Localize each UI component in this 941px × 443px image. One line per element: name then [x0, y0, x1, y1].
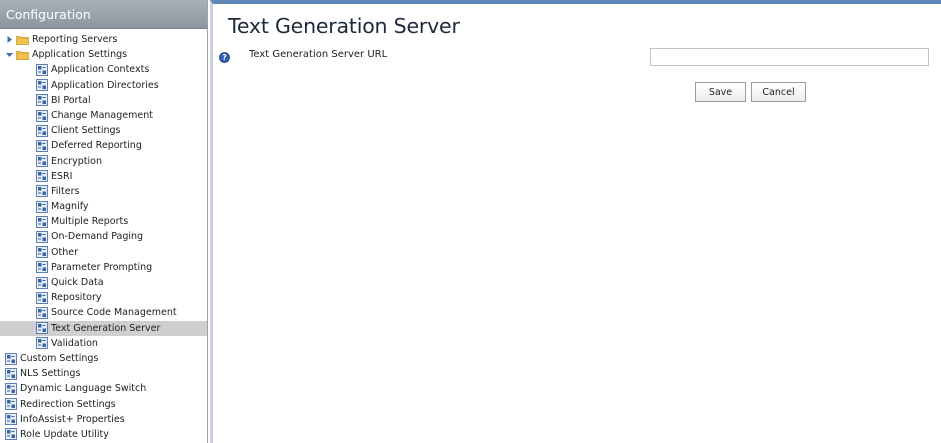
sidebar-item-magnify[interactable]: Magnify [0, 199, 207, 214]
sidebar-item-on-demand-paging[interactable]: On-Demand Paging [0, 229, 207, 244]
sidebar-item-label: Other [51, 246, 78, 258]
sidebar-item-label: Client Settings [51, 125, 121, 137]
config-node-icon [36, 231, 48, 243]
sidebar-item-label: Quick Data [51, 277, 104, 288]
sidebar-item-label: Source Code Management [51, 307, 177, 319]
svg-text:?: ? [222, 53, 226, 62]
sidebar-item-label: NLS Settings [20, 368, 81, 380]
config-node-icon [5, 398, 17, 410]
sidebar-item-label: ESRI [51, 170, 73, 182]
sidebar-item-parameter-prompting[interactable]: Parameter Prompting [0, 260, 207, 275]
sidebar-item-infoassist-properties[interactable]: InfoAssist+ Properties [0, 412, 207, 427]
url-input[interactable] [650, 48, 929, 66]
config-node-icon [36, 322, 48, 335]
sidebar-item-label: Redirection Settings [20, 398, 116, 410]
sidebar-item-application-contexts[interactable]: Application Contexts [0, 62, 207, 77]
sidebar-item-label: Parameter Prompting [51, 261, 153, 273]
config-node-icon [5, 413, 17, 426]
sidebar-item-label: Role Update Utility [20, 428, 109, 440]
sidebar-item-repository[interactable]: Repository [0, 290, 207, 305]
sidebar-item-multiple-reports[interactable]: Multiple Reports [0, 214, 207, 229]
config-node-icon [5, 428, 17, 441]
sidebar-item-validation[interactable]: Validation [0, 336, 207, 351]
config-node-icon [36, 64, 48, 76]
sidebar-item-label: Application Settings [32, 49, 128, 61]
folder-icon [16, 35, 29, 45]
sidebar-item-custom-settings[interactable]: Custom Settings [0, 351, 207, 366]
sidebar-item-label: BI Portal [51, 94, 91, 106]
sidebar-item-bi-portal[interactable]: BI Portal [0, 93, 207, 108]
sidebar-item-source-code-management[interactable]: Source Code Management [0, 305, 207, 320]
sidebar-item-label: Application Directories [51, 79, 159, 91]
sidebar-item-application-directories[interactable]: Application Directories [0, 78, 207, 93]
config-node-icon [36, 109, 48, 122]
help-icon[interactable]: ? [219, 52, 230, 63]
sidebar-item-label: Repository [51, 292, 102, 304]
sidebar-item-quick-data[interactable]: Quick Data [0, 275, 207, 290]
sidebar-item-label: Magnify [51, 201, 89, 213]
sidebar-item-client-settings[interactable]: Client Settings [0, 123, 207, 138]
sidebar-item-reporting-servers[interactable]: Reporting Servers [0, 32, 207, 47]
sidebar-item-change-management[interactable]: Change Management [0, 108, 207, 123]
sidebar-item-label: Custom Settings [20, 352, 99, 364]
sidebar-item-esri[interactable]: ESRI [0, 169, 207, 184]
config-node-icon [36, 185, 48, 198]
config-node-icon [36, 337, 48, 350]
config-node-icon [36, 170, 48, 183]
config-node-icon [36, 79, 48, 92]
sidebar-item-label: Validation [51, 337, 98, 349]
main-panel: Text Generation Server ? Text Generation… [210, 0, 941, 443]
config-node-icon [5, 383, 17, 395]
config-node-icon [36, 124, 48, 137]
sidebar-item-label: Dynamic Language Switch [20, 383, 147, 395]
sidebar-item-label: Reporting Servers [32, 34, 118, 45]
config-node-icon [36, 140, 48, 152]
config-node-icon [36, 261, 48, 274]
sidebar-item-label: On-Demand Paging [51, 231, 144, 243]
triangle-right-icon[interactable] [5, 35, 14, 44]
config-node-icon [36, 291, 48, 304]
triangle-down-icon[interactable] [5, 50, 14, 59]
config-node-icon [5, 367, 17, 380]
cancel-button[interactable]: Cancel [751, 82, 806, 102]
config-node-icon [36, 215, 48, 228]
config-node-icon [36, 246, 48, 259]
sidebar-item-label: InfoAssist+ Properties [20, 413, 125, 425]
sidebar-item-label: Text Generation Server [51, 322, 161, 334]
sidebar-item-label: Encryption [51, 155, 103, 167]
sidebar-item-nls-settings[interactable]: NLS Settings [0, 366, 207, 381]
config-node-icon [36, 276, 48, 289]
sidebar-item-label: Application Contexts [51, 64, 150, 76]
config-node-icon [36, 155, 48, 167]
sidebar-item-encryption[interactable]: Encryption [0, 154, 207, 169]
url-field-label: Text Generation Server URL [249, 49, 388, 60]
sidebar-item-role-update-utility[interactable]: Role Update Utility [0, 427, 207, 442]
sidebar-item-filters[interactable]: Filters [0, 184, 207, 199]
sidebar-item-deferred-reporting[interactable]: Deferred Reporting [0, 138, 207, 153]
sidebar-item-label: Deferred Reporting [51, 140, 142, 152]
config-tree: Reporting Servers Application Settings App… [0, 29, 207, 442]
app-window: Configuration Reporting Servers Applicati… [0, 0, 941, 443]
config-node-icon [5, 352, 17, 365]
sidebar-item-label: Filters [51, 185, 80, 197]
sidebar-item-redirection-settings[interactable]: Redirection Settings [0, 397, 207, 412]
config-node-icon [36, 94, 48, 107]
page-title: Text Generation Server [228, 14, 460, 38]
config-node-icon [36, 307, 48, 319]
sidebar: Configuration Reporting Servers Applicati… [0, 0, 208, 443]
sidebar-header: Configuration [0, 0, 207, 29]
folder-icon [16, 50, 29, 60]
sidebar-item-dynamic-language-switch[interactable]: Dynamic Language Switch [0, 381, 207, 396]
sidebar-item-label: Change Management [51, 109, 153, 121]
sidebar-item-text-generation-server[interactable]: Text Generation Server [0, 320, 207, 336]
save-button[interactable]: Save [695, 82, 746, 102]
sidebar-item-other[interactable]: Other [0, 245, 207, 260]
config-node-icon [36, 200, 48, 213]
sidebar-item-label: Multiple Reports [51, 216, 129, 228]
sidebar-item-application-settings[interactable]: Application Settings [0, 47, 207, 62]
